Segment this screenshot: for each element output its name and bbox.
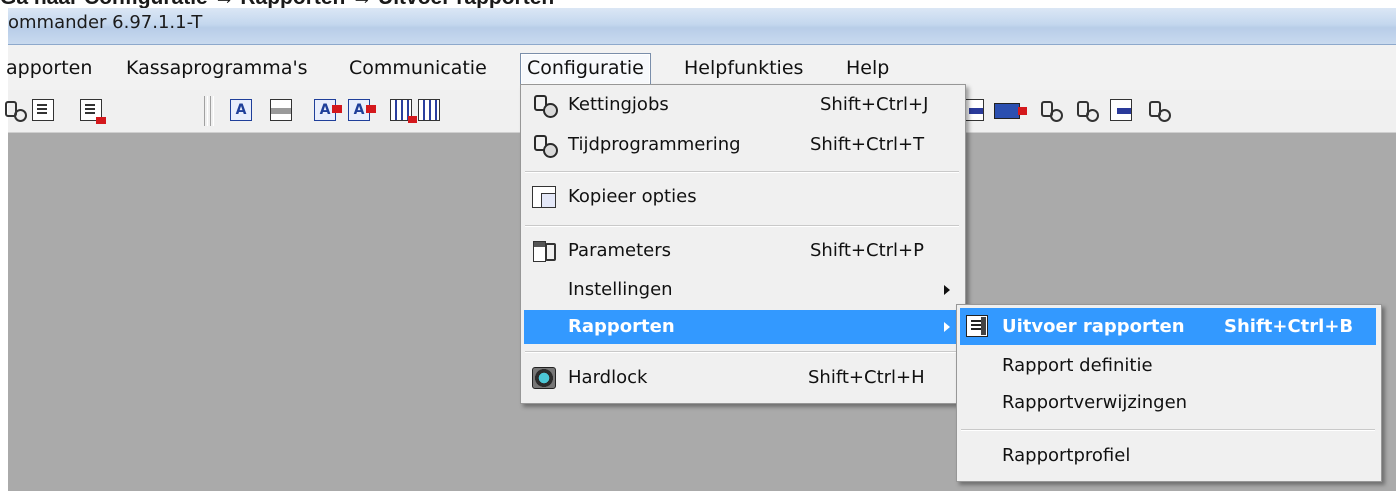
submenu-arrow-icon xyxy=(944,285,950,295)
submenu-arrow-icon xyxy=(944,322,950,332)
menu-separator xyxy=(525,171,959,173)
menu-item-rapport-definitie[interactable]: Rapport definitie xyxy=(960,349,1376,383)
clock-wrench-icon xyxy=(532,134,558,158)
configuratie-dropdown: Kettingjobs Shift+Ctrl+J Tijdprogrammeri… xyxy=(520,84,966,404)
title-bar: ommander 6.97.1.1-T xyxy=(8,8,1396,45)
menu-item-rapportverwijzingen[interactable]: Rapportverwijzingen xyxy=(960,386,1376,420)
article-icon[interactable]: A xyxy=(230,99,252,121)
menu-separator xyxy=(525,351,959,353)
wrench-icon xyxy=(532,94,558,118)
article-send-icon[interactable]: A xyxy=(348,99,376,121)
shortcut-label: Shift+Ctrl+J xyxy=(820,94,929,115)
menu-item-tijdprogrammering[interactable]: Tijdprogrammering Shift+Ctrl+T xyxy=(524,128,960,162)
menu-item-rapporten[interactable]: Rapporten xyxy=(524,310,960,344)
time-tool-icon[interactable] xyxy=(1146,99,1171,122)
menu-item-hardlock[interactable]: Hardlock Shift+Ctrl+H xyxy=(524,361,960,395)
article-export-icon[interactable]: A xyxy=(314,99,342,121)
config-tool-icon[interactable] xyxy=(1074,99,1099,122)
export-report-icon[interactable] xyxy=(80,99,106,124)
menu-kassaprogrammas[interactable]: Kassaprogramma's xyxy=(120,53,314,83)
menu-separator xyxy=(525,225,959,227)
grid-icon[interactable] xyxy=(418,99,440,121)
menu-rapporten[interactable]: apporten xyxy=(0,53,98,83)
menu-item-parameters[interactable]: Parameters Shift+Ctrl+P xyxy=(524,234,960,268)
toolbar-separator xyxy=(204,96,208,126)
toolbar-separator xyxy=(210,96,214,126)
print-icon[interactable] xyxy=(270,99,292,121)
menu-configuratie[interactable]: Configuratie xyxy=(520,53,651,85)
menu-communicatie[interactable]: Communicatie xyxy=(343,53,493,83)
menu-helpfunkties[interactable]: Helpfunkties xyxy=(678,53,809,83)
settings-tool-icon[interactable] xyxy=(1038,99,1063,122)
report-doc-icon[interactable] xyxy=(32,99,54,121)
transfer-icon[interactable] xyxy=(994,103,1027,119)
report-icon xyxy=(966,315,988,337)
menu-item-instellingen[interactable]: Instellingen xyxy=(524,273,960,307)
menu-separator xyxy=(961,429,1375,431)
rapporten-submenu: Uitvoer rapporten Shift+Ctrl+B Rapport d… xyxy=(956,304,1382,482)
menu-item-kopieer-opties[interactable]: Kopieer opties xyxy=(524,180,960,214)
shortcut-label: Shift+Ctrl+H xyxy=(808,367,925,388)
menu-item-uitvoer-rapporten[interactable]: Uitvoer rapporten Shift+Ctrl+B xyxy=(960,308,1376,345)
window-title: ommander 6.97.1.1-T xyxy=(8,12,203,33)
parameters-icon xyxy=(532,240,556,262)
shortcut-label: Shift+Ctrl+P xyxy=(810,240,924,261)
shortcut-label: Shift+Ctrl+T xyxy=(810,134,925,155)
hardlock-icon xyxy=(532,367,556,389)
search-tool-icon[interactable] xyxy=(2,99,27,122)
shortcut-label: Shift+Ctrl+B xyxy=(1224,316,1354,337)
grid-export-icon[interactable] xyxy=(390,99,417,123)
menu-item-rapportprofiel[interactable]: Rapportprofiel xyxy=(960,439,1376,473)
terminal-icon[interactable] xyxy=(1110,99,1132,121)
copy-options-icon xyxy=(532,186,556,208)
menu-item-kettingjobs[interactable]: Kettingjobs Shift+Ctrl+J xyxy=(524,88,960,122)
menu-help[interactable]: Help xyxy=(840,53,895,83)
